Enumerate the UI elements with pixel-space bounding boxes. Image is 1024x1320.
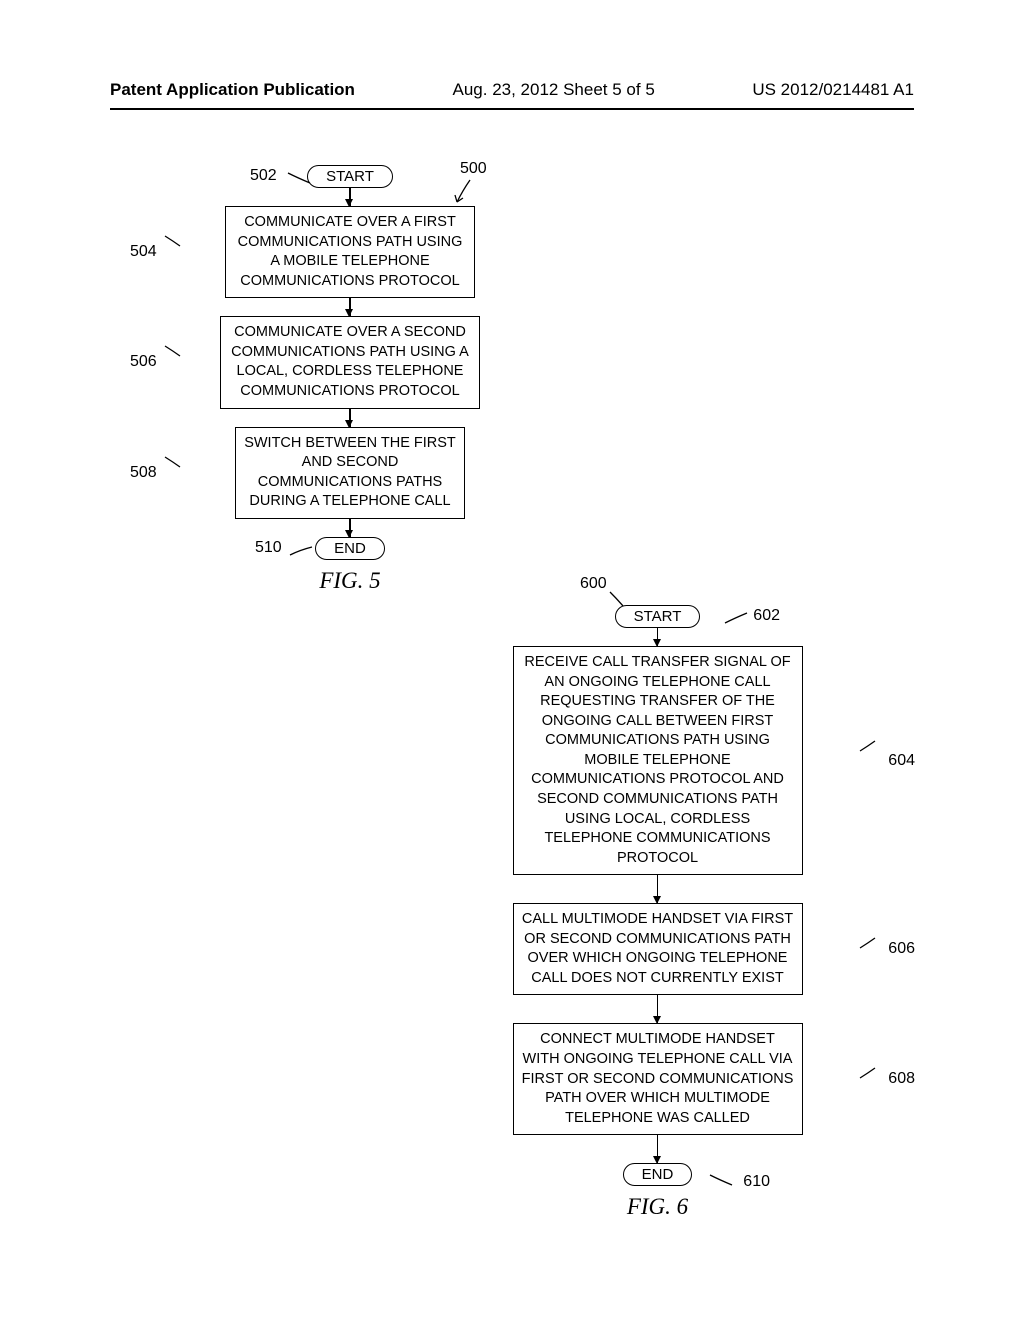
fig6-start-row: START 602 [455, 605, 860, 628]
fig6-step3-box: CONNECT MULTIMODE HANDSET WITH ONGOING T… [513, 1023, 803, 1135]
fig5-step3-ref-leader [165, 457, 185, 472]
header-date-sheet: Aug. 23, 2012 Sheet 5 of 5 [453, 80, 655, 100]
fig5-step1-box: COMMUNICATE OVER A FIRST COMMUNICATIONS … [225, 206, 475, 298]
fig5-step2-row: 506 COMMUNICATE OVER A SECOND COMMUNICAT… [180, 316, 520, 408]
fig5-step1-row: 504 COMMUNICATE OVER A FIRST COMMUNICATI… [180, 206, 520, 298]
fig6-caption: FIG. 6 [455, 1194, 860, 1220]
arrow-down-icon [349, 409, 351, 427]
fig5-step2-ref: 506 [130, 353, 157, 371]
fig5-start-ref: 502 [250, 167, 277, 185]
fig6-step2-ref-leader [860, 938, 880, 953]
fig5-step3-row: 508 SWITCH BETWEEN THE FIRST AND SECOND … [180, 427, 520, 519]
fig6-start-ref: 602 [753, 607, 780, 625]
figure-6: 600 START 602 RECEIVE CALL TRANSFER SIGN… [455, 580, 860, 1220]
fig5-step1-ref-leader [165, 236, 185, 251]
header-publication-number: US 2012/0214481 A1 [752, 80, 914, 100]
fig5-end-terminator: END [315, 537, 385, 560]
fig5-step2-ref-leader [165, 346, 185, 361]
fig6-end-ref: 610 [743, 1173, 770, 1191]
fig5-step3-box: SWITCH BETWEEN THE FIRST AND SECOND COMM… [235, 427, 465, 519]
fig6-step2-box: CALL MULTIMODE HANDSET VIA FIRST OR SECO… [513, 903, 803, 995]
figure-5: 500 502 START 504 COMMUNICATE OVER A FIR… [180, 165, 520, 594]
fig6-step3-row: CONNECT MULTIMODE HANDSET WITH ONGOING T… [455, 1023, 860, 1135]
fig5-end-row: 510 END [180, 537, 520, 560]
fig6-step1-ref: 604 [888, 752, 915, 770]
fig6-step3-ref-leader [860, 1068, 880, 1083]
fig5-end-ref-leader [290, 545, 315, 560]
fig6-start-ref-leader [725, 613, 750, 628]
fig6-step3-ref: 608 [888, 1070, 915, 1088]
fig5-step2-box: COMMUNICATE OVER A SECOND COMMUNICATIONS… [220, 316, 480, 408]
fig6-end-ref-leader [710, 1175, 735, 1190]
fig6-step1-ref-leader [860, 741, 880, 756]
arrow-down-icon [657, 875, 659, 903]
diagram-area: 500 502 START 504 COMMUNICATE OVER A FIR… [110, 165, 914, 1280]
fig5-step1-ref: 504 [130, 243, 157, 261]
header-publication-type: Patent Application Publication [110, 80, 355, 100]
fig5-start-ref-leader [288, 173, 313, 188]
fig6-step1-box: RECEIVE CALL TRANSFER SIGNAL OF AN ONGOI… [513, 646, 803, 875]
fig5-start-terminator: START [307, 165, 393, 188]
arrow-down-icon [349, 298, 351, 316]
fig5-end-ref: 510 [255, 539, 282, 557]
arrow-down-icon [349, 519, 351, 537]
fig6-main-ref: 600 [580, 575, 607, 593]
arrow-down-icon [349, 188, 351, 206]
fig6-end-terminator: END [623, 1163, 693, 1186]
fig6-step2-row: CALL MULTIMODE HANDSET VIA FIRST OR SECO… [455, 903, 860, 995]
arrow-down-icon [657, 1135, 659, 1163]
fig6-step2-ref: 606 [888, 940, 915, 958]
arrow-down-icon [657, 628, 659, 646]
page-header: Patent Application Publication Aug. 23, … [110, 80, 914, 100]
fig5-start-row: 502 START [180, 165, 520, 188]
fig5-step3-ref: 508 [130, 464, 157, 482]
fig6-step1-row: RECEIVE CALL TRANSFER SIGNAL OF AN ONGOI… [455, 646, 860, 875]
fig6-start-terminator: START [615, 605, 701, 628]
header-divider [110, 108, 914, 110]
fig6-end-row: END 610 [455, 1163, 860, 1186]
arrow-down-icon [657, 995, 659, 1023]
